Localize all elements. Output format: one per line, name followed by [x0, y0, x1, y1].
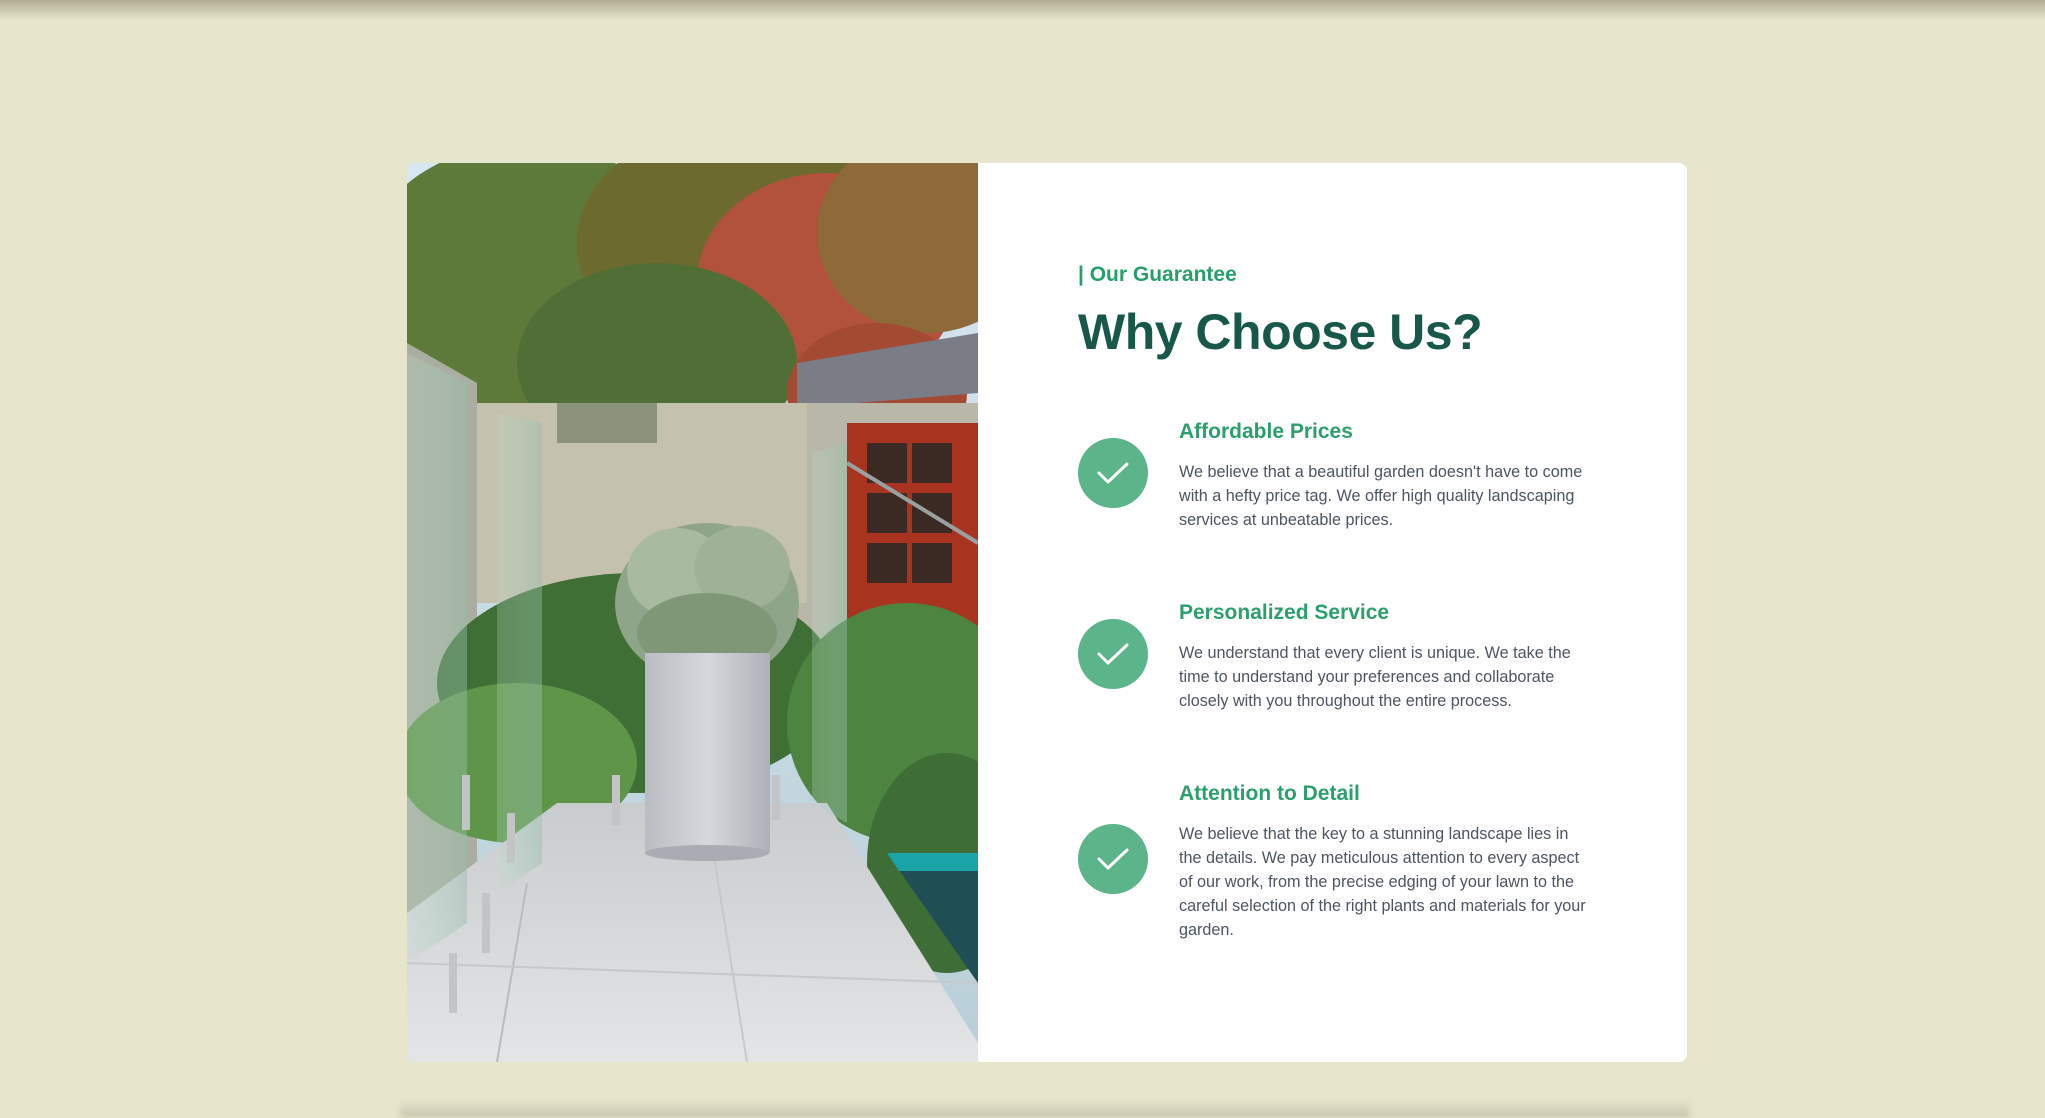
guarantee-content: | Our Guarantee Why Choose Us? Affordabl…: [978, 163, 1687, 1062]
feature-description: We believe that the key to a stunning la…: [1179, 825, 1586, 939]
check-icon: [1078, 619, 1148, 689]
feature-description: We understand that every client is uniqu…: [1179, 644, 1571, 710]
feature-title: Affordable Prices: [1179, 420, 1353, 443]
header-shadow: [0, 0, 2045, 20]
check-icon: [1078, 824, 1148, 894]
section-eyebrow: | Our Guarantee: [1078, 263, 1237, 286]
next-section-shadow: [400, 1100, 1690, 1118]
guarantee-card: | Our Guarantee Why Choose Us? Affordabl…: [407, 163, 1687, 1062]
feature-title: Personalized Service: [1179, 601, 1390, 624]
check-icon: [1078, 438, 1148, 508]
garden-photo: [407, 163, 978, 1062]
feature-description: We believe that a beautiful garden doesn…: [1179, 463, 1583, 529]
section-title: Why Choose Us?: [1078, 304, 1483, 360]
feature-title: Attention to Detail: [1179, 782, 1360, 805]
